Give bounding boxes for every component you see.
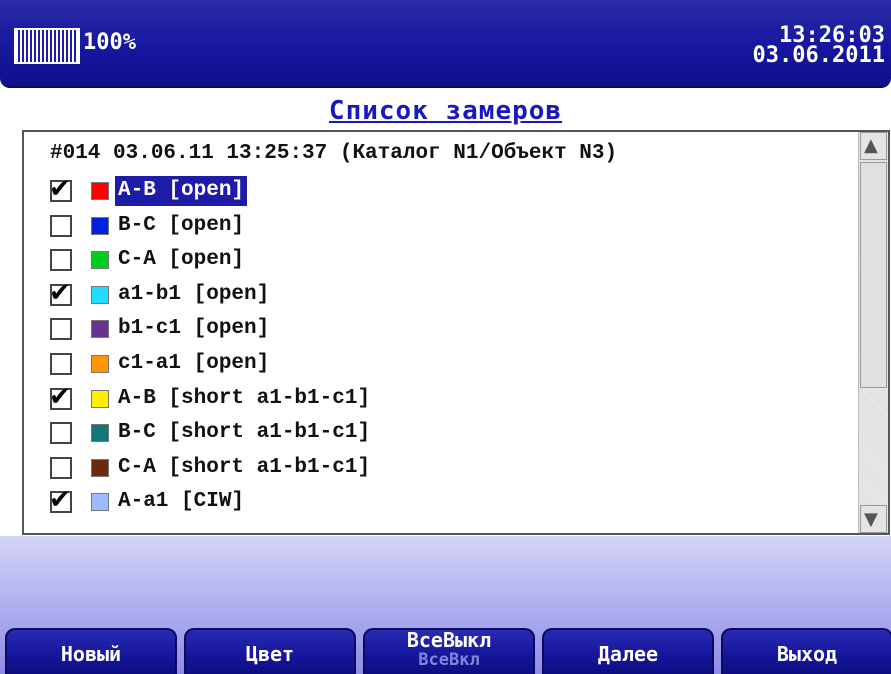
triangle-up-icon: ▲ <box>864 135 878 156</box>
color-button-label: Цвет <box>245 642 295 666</box>
item-checkbox[interactable]: ✔ <box>49 382 72 412</box>
clock-date: 03.06.2011 <box>752 43 885 68</box>
next-button-label: Далее <box>597 642 659 666</box>
exit-button-label: Выход <box>776 642 838 666</box>
list-item[interactable]: ✔ A-a1 [CIW] <box>49 485 850 519</box>
new-button[interactable]: Новый <box>5 628 177 674</box>
item-label: A-B [open] <box>115 176 248 206</box>
new-button-label: Новый <box>60 642 122 666</box>
list-item[interactable]: B-C [open] <box>50 211 850 243</box>
item-label: B-C [short a1-b1-c1] <box>118 421 371 445</box>
checkmark-icon: ✔ <box>49 277 71 308</box>
scrollbar[interactable]: ▲ ▼ <box>858 132 888 533</box>
color-swatch <box>91 355 109 373</box>
list-header: #014 03.06.11 13:25:37 (Каталог N1/Объек… <box>50 142 618 165</box>
item-label: C-A [open] <box>118 248 245 272</box>
list-item[interactable]: B-C [short a1-b1-c1] <box>50 418 850 450</box>
item-checkbox[interactable]: ✔ <box>49 485 72 515</box>
next-button[interactable]: Далее <box>542 628 714 674</box>
list-item[interactable]: b1-c1 [open] <box>50 314 850 346</box>
color-swatch <box>91 424 109 443</box>
status-bar: 100% 13:26:03 03.06.2011 <box>0 0 891 88</box>
color-swatch <box>91 320 109 339</box>
measurement-list[interactable]: #014 03.06.11 13:25:37 (Каталог N1/Объек… <box>22 130 890 535</box>
color-swatch <box>91 182 109 200</box>
item-checkbox[interactable] <box>50 456 72 479</box>
list-item[interactable]: C-A [short a1-b1-c1] <box>50 453 850 485</box>
checkmark-icon: ✔ <box>49 174 71 204</box>
scroll-up-button[interactable]: ▲ <box>860 132 887 160</box>
page-title: Список замеров <box>328 96 563 126</box>
scroll-thumb[interactable] <box>860 162 887 388</box>
color-swatch <box>91 458 109 477</box>
all-off-label: ВсеВыкл <box>406 628 492 652</box>
color-swatch <box>91 285 109 304</box>
color-swatch <box>91 493 109 512</box>
color-swatch <box>91 389 109 408</box>
item-label: A-B [short a1-b1-c1] <box>118 386 371 410</box>
item-checkbox[interactable] <box>50 422 72 445</box>
scroll-down-button[interactable]: ▼ <box>860 505 887 533</box>
color-swatch <box>91 216 109 235</box>
item-checkbox[interactable]: ✔ <box>49 278 72 308</box>
item-label: A-a1 [CIW] <box>118 490 245 514</box>
clock: 13:26:03 03.06.2011 <box>752 25 885 68</box>
item-label: C-A [short a1-b1-c1] <box>118 455 371 479</box>
item-checkbox[interactable] <box>50 249 72 272</box>
item-label: c1-a1 [open] <box>118 352 270 375</box>
battery-percent: 100% <box>83 30 136 55</box>
triangle-down-icon: ▼ <box>864 509 878 530</box>
item-checkbox[interactable]: ✔ <box>49 174 72 204</box>
item-checkbox[interactable] <box>50 214 72 237</box>
color-swatch <box>91 251 109 270</box>
checkmark-icon: ✔ <box>49 381 71 412</box>
item-label: a1-b1 [open] <box>118 282 270 306</box>
list-item[interactable]: ✔ A-B [short a1-b1-c1] <box>49 382 850 416</box>
all-on-label: ВсеВкл <box>418 650 480 670</box>
list-item[interactable]: ✔ A-B [open] <box>49 174 850 208</box>
toggle-all-button[interactable]: ВсеВыкл ВсеВкл <box>363 628 535 674</box>
list-item[interactable]: c1-a1 [open] <box>50 349 850 381</box>
item-label: B-C [open] <box>118 213 245 237</box>
battery-icon <box>14 28 80 64</box>
checkmark-icon: ✔ <box>49 485 71 516</box>
item-checkbox[interactable] <box>50 353 72 375</box>
exit-button[interactable]: Выход <box>721 628 891 674</box>
item-label: b1-c1 [open] <box>118 317 270 341</box>
list-item[interactable]: ✔ a1-b1 [open] <box>49 278 850 312</box>
list-item[interactable]: C-A [open] <box>50 245 850 277</box>
item-checkbox[interactable] <box>50 318 72 341</box>
color-button[interactable]: Цвет <box>184 628 356 674</box>
